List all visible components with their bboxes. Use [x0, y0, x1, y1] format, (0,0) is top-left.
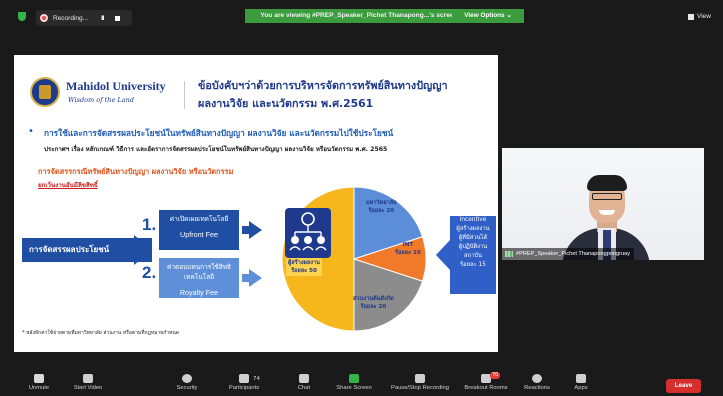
royalty-fee-box: ค่าตอบแทนการใช้สิทธิเทคโนโลยี Royalty Fe…	[159, 258, 239, 298]
commercialization-box: การจัดสรรผลประโยชน์	[22, 238, 152, 262]
royalty-fee-english: Royalty Fee	[179, 288, 219, 297]
incentive-value: ร้อยละ 15	[460, 262, 486, 268]
incentive-line1: ผู้สร้างผลงาน	[456, 226, 490, 232]
recording-indicator: Recording... II	[36, 10, 132, 26]
option-number-2: 2.	[142, 263, 157, 282]
chat-button[interactable]: Chat	[290, 368, 318, 396]
speaker-name-label: #PREP_Speaker_Pichet Thanapongpongruay	[502, 248, 635, 260]
recording-label: Recording...	[53, 14, 89, 22]
section-subtitle: ยกเว้นงานอันมีลิขสิทธิ์	[38, 182, 98, 189]
incentive-title: Incentive	[459, 217, 487, 223]
section-title: การจัดสรรกรณีทรัพย์สินทางปัญญา ผลงานวิจั…	[38, 167, 234, 176]
recording-dot-icon	[40, 14, 48, 22]
upfront-fee-box: ค่าเปิดเผยเทคโนโลยี Upfront Fee	[159, 210, 239, 250]
university-name: Mahidol University	[66, 79, 166, 93]
view-button-label: View	[697, 13, 711, 20]
pause-recording-button[interactable]: II	[101, 15, 105, 22]
view-options-button[interactable]: View Options ⌄	[452, 9, 524, 23]
reactions-icon	[532, 374, 542, 383]
recording-icon	[415, 374, 425, 383]
bullet-icon: •	[28, 126, 34, 137]
incentive-line2: ผู้ที่มีส่วนได้	[458, 235, 488, 241]
signal-strength-icon	[505, 251, 513, 257]
royalty-fee-thai: ค่าตอบแทนการใช้สิทธิเทคโนโลยี	[166, 263, 232, 281]
view-button[interactable]: View	[688, 13, 711, 20]
apps-button[interactable]: Apps	[568, 368, 594, 396]
video-off-icon	[83, 374, 93, 383]
share-screen-button[interactable]: Share Screen	[332, 368, 376, 396]
university-tagline: Wisdom of the Land	[68, 96, 134, 104]
view-grid-icon	[688, 13, 695, 20]
security-button[interactable]: Security	[168, 368, 206, 396]
unmute-button[interactable]: Unmute	[22, 368, 56, 396]
shield-icon	[182, 374, 192, 383]
leave-button[interactable]: Leave	[666, 379, 701, 393]
viewing-screen-banner: You are viewing #PREP_Speaker_Pichet Tha…	[245, 9, 473, 23]
stop-recording-button[interactable]	[114, 15, 120, 21]
speaker-video-tile[interactable]: #PREP_Speaker_Pichet Thanapongpongruay	[502, 148, 704, 260]
department-slice-label: ส่วนงานต้นสังกัด ร้อยละ 20	[353, 296, 394, 310]
top-bar: Recording... II You are viewing #PREP_Sp…	[0, 0, 723, 30]
option-number-1: 1.	[142, 215, 157, 234]
slide-title-line1: ข้อบังคับฯว่าด้วยการบริหารจัดการทรัพย์สิ…	[198, 79, 448, 92]
participants-button[interactable]: Participants	[220, 368, 268, 396]
university-slice-label: มหาวิทยาลัย ร้อยละ 20	[366, 200, 397, 214]
mahidol-logo	[30, 77, 60, 107]
security-shield-icon	[18, 12, 26, 21]
bullet-text: การใช้และการจัดสรรผลประโยชน์ในทรัพย์สินท…	[44, 128, 394, 138]
creator-network-icon	[285, 208, 331, 258]
microphone-muted-icon	[34, 374, 44, 383]
chat-icon	[299, 374, 309, 383]
creator-slice-label: ผู้สร้างผลงาน ร้อยละ 50	[286, 258, 322, 276]
incentive-box: Incentive ผู้สร้างผลงาน ผู้ที่มีส่วนได้ …	[452, 216, 494, 270]
start-video-button[interactable]: Start Video	[68, 368, 108, 396]
participants-icon	[239, 374, 249, 383]
breakout-rooms-badge: 70	[490, 372, 501, 379]
shared-screen-slide: Mahidol University Wisdom of the Land ข้…	[14, 55, 498, 352]
royalty-arrow-icon	[249, 269, 262, 287]
reference-text: ประกาศฯ เรื่อง หลักเกณฑ์ วิธีการ และอัตร…	[44, 146, 388, 153]
slide-footnote: * หลังหักค่าใช้จ่ายตามที่มหาวิทยาลัย ส่ว…	[22, 330, 180, 336]
header-divider	[184, 81, 185, 109]
apps-icon	[576, 374, 586, 383]
zoom-meeting-window: Recording... II You are viewing #PREP_Sp…	[0, 0, 723, 396]
reactions-button[interactable]: Reactions	[520, 368, 554, 396]
upfront-fee-english: Upfront Fee	[180, 230, 218, 239]
participants-count: 74	[253, 376, 260, 382]
slide-title-line2: ผลงานวิจัย และนวัตกรรม พ.ศ.2561	[198, 97, 374, 110]
upfront-fee-thai: ค่าเปิดเผยเทคโนโลยี	[169, 215, 229, 223]
share-screen-icon	[349, 374, 359, 383]
incentive-line3: ผู้ปฏิบัติงาน	[458, 244, 488, 250]
commercialization-arrow-icon	[134, 235, 152, 265]
incentive-line4: สถาบัน	[464, 253, 482, 259]
meeting-toolbar: Unmute Start Video Security Participants…	[0, 368, 723, 396]
breakout-rooms-button[interactable]: Breakout Rooms	[458, 368, 514, 396]
upfront-arrow-icon	[249, 221, 262, 239]
pause-stop-recording-button[interactable]: Pause/Stop Recording	[384, 368, 456, 396]
int-slice-label: INT ร้อยละ 10	[395, 242, 421, 256]
